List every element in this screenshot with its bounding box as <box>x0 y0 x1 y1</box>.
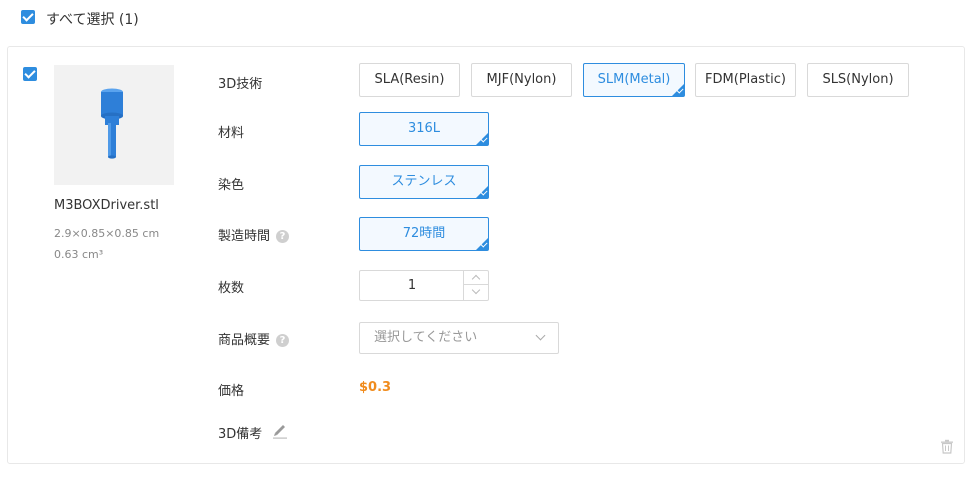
summary-label-text: 商品概要 <box>218 333 271 348</box>
price-value: $0.3 <box>359 380 392 395</box>
tech-option-sls[interactable]: SLS(Nylon) <box>807 63 909 97</box>
color-label: 染色 <box>218 178 245 193</box>
lead-time-option[interactable]: 72時間 <box>359 217 489 251</box>
model-preview-icon <box>101 88 123 159</box>
select-all-checkbox[interactable] <box>21 10 35 24</box>
question-icon[interactable]: ? <box>276 334 290 347</box>
tech-option-slm[interactable]: SLM(Metal) <box>583 63 685 97</box>
question-icon[interactable]: ? <box>276 230 290 243</box>
color-option[interactable]: ステンレス <box>359 165 489 199</box>
increment-button[interactable] <box>464 271 488 285</box>
summary-select[interactable]: 選択してください <box>359 322 559 354</box>
quantity-label: 枚数 <box>218 281 245 296</box>
pencil-icon[interactable] <box>272 421 288 443</box>
select-all-label: すべて選択 (1) <box>46 12 139 28</box>
trash-icon[interactable] <box>940 439 954 458</box>
tech-label: 3D技術 <box>218 77 263 92</box>
material-label: 材料 <box>218 126 245 141</box>
tech-option-fdm[interactable]: FDM(Plastic) <box>695 63 796 97</box>
summary-label: 商品概要? <box>218 329 290 348</box>
price-label: 価格 <box>218 384 245 399</box>
quantity-stepper[interactable]: 1 <box>359 270 489 301</box>
file-name: M3BOXDriver.stl <box>54 198 159 213</box>
model-dimensions: 2.9×0.85×0.85 cm <box>54 227 160 240</box>
stepper-buttons <box>463 271 488 300</box>
lead-time-label: 製造時間? <box>218 225 290 244</box>
summary-placeholder: 選択してください <box>374 330 478 345</box>
model-volume: 0.63 cm³ <box>54 248 104 261</box>
note-label: 3D備考 <box>218 427 263 442</box>
quantity-input[interactable]: 1 <box>360 271 464 300</box>
model-thumbnail[interactable] <box>54 65 174 185</box>
decrement-button[interactable] <box>464 285 488 299</box>
cart-item-card: M3BOXDriver.stl 2.9×0.85×0.85 cm 0.63 cm… <box>7 46 965 464</box>
chevron-down-icon <box>535 330 546 341</box>
tech-option-mjf[interactable]: MJF(Nylon) <box>471 63 572 97</box>
lead-time-label-text: 製造時間 <box>218 229 271 244</box>
tech-option-sla[interactable]: SLA(Resin) <box>359 63 460 97</box>
material-option[interactable]: 316L <box>359 112 489 146</box>
item-checkbox[interactable] <box>23 67 37 81</box>
